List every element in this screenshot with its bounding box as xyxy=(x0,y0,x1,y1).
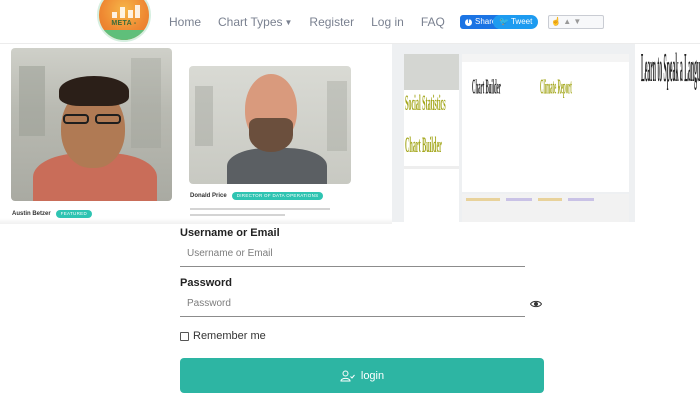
collage-panel-b[interactable]: Chart Builder Climate Report xyxy=(462,54,629,192)
top-navbar: META - Home Chart Types ▼ Register Log in… xyxy=(0,0,700,44)
logo-text: META - xyxy=(111,20,137,27)
nav-register-link[interactable]: Register xyxy=(309,15,354,29)
page: META - Home Chart Types ▼ Register Log in… xyxy=(0,0,700,400)
person-1-caption: Austin Betzer FEATURED xyxy=(12,210,92,218)
password-label: Password xyxy=(180,277,232,289)
nav-chart-types-label: Chart Types xyxy=(218,15,283,29)
collage-text-d: Learn to Speak a Language xyxy=(641,44,700,91)
profile-photo-1 xyxy=(11,48,172,201)
password-field-wrap xyxy=(180,291,542,317)
twitter-tweet-button[interactable]: 🐦 Tweet xyxy=(493,15,539,29)
show-password-eye-icon[interactable] xyxy=(530,298,542,310)
remember-me-checkbox[interactable] xyxy=(180,331,189,341)
remember-me-row: Remember me xyxy=(180,330,266,342)
collage-text-b2: Chart Builder xyxy=(472,76,501,99)
remember-me-label[interactable]: Remember me xyxy=(193,330,266,342)
person-2-name: Donald Price xyxy=(190,193,227,199)
collage-panel-a[interactable]: Social Statistics Chart Builder xyxy=(404,54,459,222)
arrow-up-icon: ▲ xyxy=(563,17,572,26)
caret-down-icon: ▼ xyxy=(284,18,293,27)
nav-home-link[interactable]: Home xyxy=(169,15,201,29)
person-2-caption: Donald Price DIRECTOR OF DATA OPERATIONS xyxy=(190,192,324,200)
nav-chart-types-dropdown[interactable]: Chart Types ▼ xyxy=(218,15,292,29)
twitter-tweet-label: Tweet xyxy=(510,17,533,26)
arrow-down-icon: ▼ xyxy=(573,17,582,26)
password-input[interactable] xyxy=(180,291,525,316)
vote-widget[interactable]: ☝ ▲ ▼ xyxy=(548,15,604,29)
person-1-badge: FEATURED xyxy=(55,210,92,218)
collage-panel-c xyxy=(462,194,629,222)
username-field-wrap xyxy=(180,241,525,267)
username-input[interactable] xyxy=(180,241,525,266)
login-button-label: login xyxy=(360,369,385,382)
logo-band xyxy=(99,30,149,40)
nav-login-link[interactable]: Log in xyxy=(371,15,404,29)
nav-faq-link[interactable]: FAQ xyxy=(421,15,445,29)
person-2-badge: DIRECTOR OF DATA OPERATIONS xyxy=(231,192,324,200)
collage-text-a2: Chart Builder xyxy=(405,132,442,157)
username-label: Username or Email xyxy=(180,227,280,239)
featured-collage: Social Statistics Chart Builder Chart Bu… xyxy=(392,44,700,222)
site-logo[interactable]: META - xyxy=(97,0,151,42)
collage-panel-d[interactable]: Learn to Speak a Language xyxy=(635,44,700,222)
user-icon xyxy=(340,370,355,381)
profile-photo-2 xyxy=(189,66,351,184)
collage-text-a1: Social Statistics xyxy=(405,90,446,115)
person-2-bio-lines xyxy=(190,205,340,216)
section-divider xyxy=(0,218,392,224)
facebook-icon: f xyxy=(465,18,472,26)
twitter-bird-icon: 🐦 xyxy=(499,17,509,26)
logo-chart-icon xyxy=(112,4,140,18)
person-1-name: Austin Betzer xyxy=(12,211,51,217)
login-button[interactable]: login xyxy=(180,358,544,393)
collage-text-b3: Climate Report xyxy=(540,76,572,99)
main-menu: Home Chart Types ▼ Register Log in FAQ xyxy=(169,15,462,29)
thumb-up-icon: ☝ xyxy=(551,17,561,26)
